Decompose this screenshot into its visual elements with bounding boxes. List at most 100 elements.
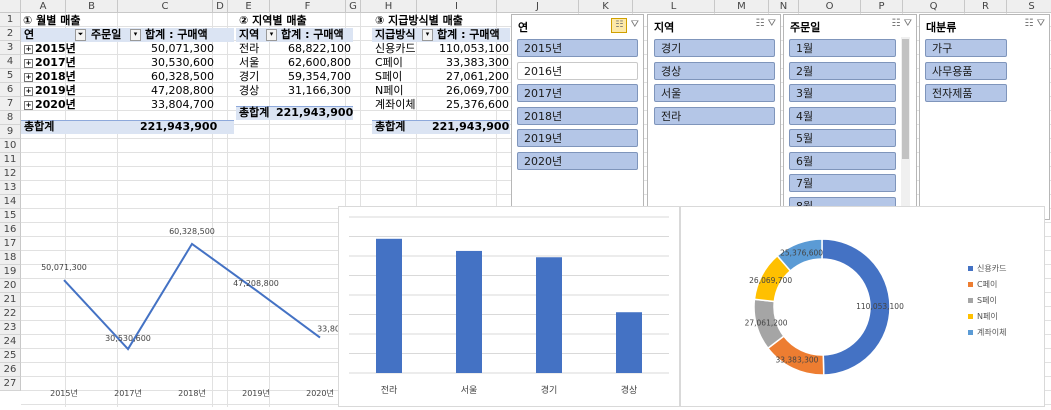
row-header[interactable]: 6	[0, 83, 21, 97]
slicer-orderdate[interactable]: 주문일 ☷ ⛛ 1월2월3월4월5월6월7월8월	[783, 14, 917, 215]
pivot-row-label[interactable]: +2020년	[24, 98, 76, 112]
bar[interactable]	[376, 238, 402, 373]
expand-icon[interactable]: +	[24, 45, 33, 54]
column-header[interactable]: M	[715, 0, 769, 13]
row-header[interactable]: 21	[0, 293, 21, 307]
bar[interactable]	[536, 257, 562, 373]
row-header[interactable]: 26	[0, 363, 21, 377]
pivot-row-label[interactable]: 신용카드	[375, 42, 415, 56]
row-header[interactable]: 23	[0, 321, 21, 335]
slicer-item[interactable]: 전라	[654, 106, 775, 125]
row-header[interactable]: 27	[0, 377, 21, 391]
bar[interactable]	[456, 250, 482, 373]
multi-select-icon[interactable]: ☷	[891, 18, 900, 29]
slicer-item[interactable]: 가구	[925, 39, 1007, 57]
pivot-row-label[interactable]: 계좌이체	[375, 98, 415, 112]
slicer-item[interactable]: 2월	[789, 61, 896, 80]
column-header[interactable]: S	[1007, 0, 1051, 13]
pivot-row-label[interactable]: +2018년	[24, 70, 76, 84]
slicer-scrollbar[interactable]	[901, 37, 910, 207]
column-header[interactable]: I	[417, 0, 497, 13]
pivot-row-label[interactable]: 경기	[239, 70, 259, 84]
slicer-region[interactable]: 지역 ☷ ⛛ 경기 경상 서울 전라	[647, 14, 781, 208]
pivot-row-label[interactable]: C페이	[375, 56, 403, 70]
slicer-item[interactable]: 서울	[654, 84, 775, 102]
row-filter-button[interactable]: ⏷	[73, 28, 86, 42]
row-header[interactable]: 20	[0, 279, 21, 293]
clear-filter-icon[interactable]: ⛛	[768, 18, 776, 29]
expand-icon[interactable]: +	[24, 101, 33, 110]
column-header[interactable]: N	[769, 0, 799, 13]
legend-label[interactable]: N페이	[977, 311, 998, 321]
region-dropdown-button[interactable]: ▾	[264, 28, 277, 42]
legend-label[interactable]: 신용카드	[977, 264, 1006, 273]
slicer-item[interactable]: 2020년	[517, 151, 638, 170]
clear-filter-icon[interactable]: ⛛	[904, 18, 912, 29]
row-header[interactable]: 8	[0, 111, 21, 125]
multi-select-icon[interactable]: ☷	[611, 18, 628, 33]
bar-chart[interactable]: 전라 서울 경기 경상	[338, 206, 680, 407]
column-header[interactable]: L	[633, 0, 715, 13]
pivot-row-label[interactable]: +2015년	[24, 42, 76, 56]
donut-chart[interactable]: 110,053,100 33,383,300 27,061,200 26,069,70…	[680, 206, 1045, 407]
expand-icon[interactable]: +	[24, 59, 33, 68]
slicer-item[interactable]: 4월	[789, 106, 896, 125]
pivot-row-label[interactable]: +2017년	[24, 56, 76, 70]
row-header[interactable]: 9	[0, 125, 21, 139]
row-header[interactable]: 5	[0, 69, 21, 83]
clear-filter-icon[interactable]: ⛛	[631, 19, 639, 30]
line-chart[interactable]: 50,071,300 2015년 30,530,600 2017년 60,328,500…	[22, 210, 363, 407]
column-header[interactable]: E	[228, 0, 270, 13]
column-header[interactable]: H	[361, 0, 417, 13]
row-header[interactable]: 2	[0, 27, 21, 41]
slicer-year[interactable]: 연 ☷ ⛛ 2015년 2016년 2017년 2018년 2019년 2020년	[511, 14, 644, 208]
column-header[interactable]: P	[861, 0, 903, 13]
payment-dropdown-button[interactable]: ▾	[420, 28, 433, 42]
column-header[interactable]: R	[965, 0, 1007, 13]
row-header[interactable]: 12	[0, 167, 21, 181]
slicer-item[interactable]: 경기	[654, 39, 775, 57]
row-header[interactable]: 17	[0, 237, 21, 251]
row-header[interactable]: 25	[0, 349, 21, 363]
pivot-row-label[interactable]: 서울	[239, 56, 259, 70]
expand-icon[interactable]: +	[24, 73, 33, 82]
row-header[interactable]: 3	[0, 41, 21, 55]
multi-select-icon[interactable]: ☷	[755, 18, 764, 29]
orderdate-dropdown-button[interactable]: ▾	[128, 28, 141, 42]
legend-label[interactable]: C페이	[977, 279, 997, 289]
slicer-item[interactable]: 5월	[789, 129, 896, 147]
column-header[interactable]: K	[579, 0, 633, 13]
pivot-row-label[interactable]: N페이	[375, 84, 403, 98]
row-header[interactable]: 16	[0, 223, 21, 237]
row-header[interactable]: 18	[0, 251, 21, 265]
slicer-item[interactable]: 2019년	[517, 129, 638, 147]
multi-select-icon[interactable]: ☷	[1024, 18, 1033, 29]
row-header[interactable]: 13	[0, 181, 21, 195]
pivot-row-label[interactable]: +2019년	[24, 84, 76, 98]
column-header[interactable]: O	[799, 0, 861, 13]
row-header[interactable]: 24	[0, 335, 21, 349]
row-header[interactable]: 14	[0, 195, 21, 209]
row-header[interactable]: 1	[0, 13, 21, 27]
pivot-row-label[interactable]: 전라	[239, 42, 259, 56]
row-header[interactable]: 19	[0, 265, 21, 279]
slicer-item[interactable]: 2016년	[517, 61, 638, 80]
pivot-row-label[interactable]: 경상	[239, 84, 259, 98]
line-series[interactable]	[63, 242, 321, 351]
column-header[interactable]: A	[21, 0, 66, 13]
slicer-item[interactable]: 3월	[789, 84, 896, 102]
slicer-item[interactable]: 6월	[789, 151, 896, 170]
slicer-item[interactable]: 1월	[789, 39, 896, 57]
row-header[interactable]: 15	[0, 209, 21, 223]
legend-label[interactable]: 계좌이체	[977, 327, 1006, 337]
column-header[interactable]: Q	[903, 0, 965, 13]
slicer-category[interactable]: 대분류 ☷ ⛛ 가구 사무용품 전자제품	[919, 14, 1050, 220]
column-header[interactable]: G	[346, 0, 361, 13]
row-header[interactable]: 10	[0, 139, 21, 153]
row-header[interactable]: 22	[0, 307, 21, 321]
bar[interactable]	[616, 312, 642, 373]
row-header[interactable]: 4	[0, 55, 21, 69]
expand-icon[interactable]: +	[24, 87, 33, 96]
slicer-item[interactable]: 2018년	[517, 106, 638, 125]
row-header[interactable]: 11	[0, 153, 21, 167]
